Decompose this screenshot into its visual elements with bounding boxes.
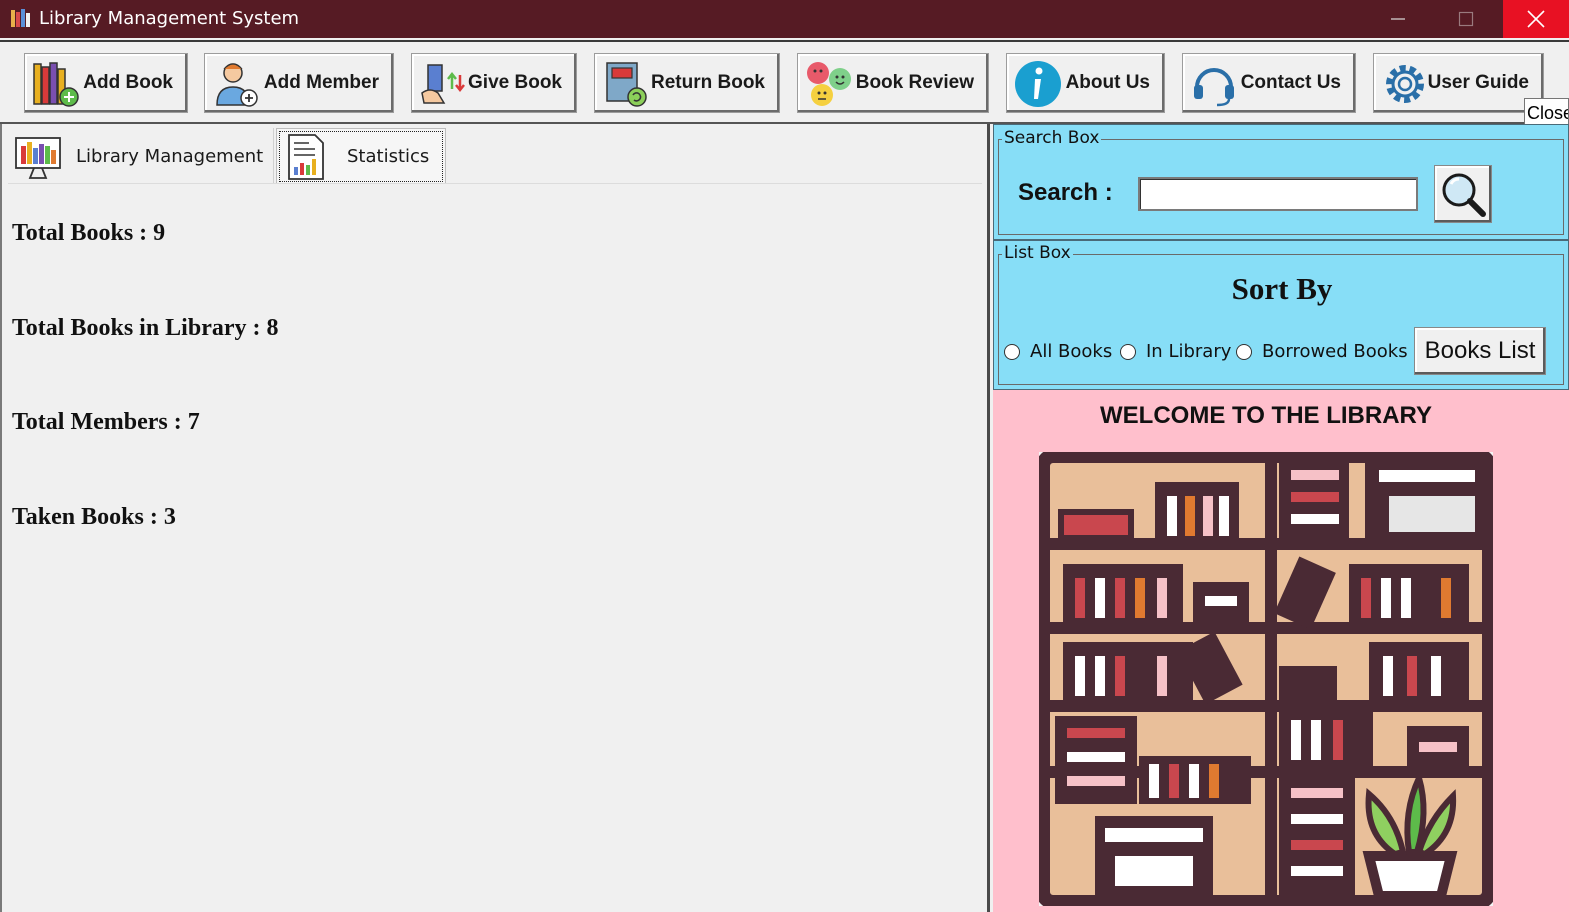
add-book-label: Add Book [83, 72, 173, 93]
welcome-title: WELCOME TO THE LIBRARY [1100, 402, 1432, 429]
radio-borrowed-books[interactable]: Borrowed Books [1236, 341, 1408, 362]
member-add-icon [216, 63, 258, 107]
tab-library-management-label: Library Management [76, 145, 264, 167]
title-bar: Library Management System [0, 0, 1569, 38]
radio-in-library[interactable]: In Library [1120, 341, 1231, 362]
return-book-label: Return Book [651, 72, 765, 93]
minimize-button[interactable] [1367, 0, 1429, 38]
book-review-label: Book Review [855, 72, 974, 93]
tab-divider [8, 183, 982, 184]
give-book-button[interactable]: Give Book [411, 53, 577, 113]
add-book-button[interactable]: Add Book [24, 53, 188, 113]
library-app-icon [11, 9, 30, 27]
review-faces-icon [807, 62, 851, 106]
close-icon [1527, 10, 1545, 28]
window-title: Library Management System [39, 8, 300, 29]
radio-in-library-label: In Library [1146, 341, 1232, 362]
info-icon [1015, 61, 1061, 107]
user-guide-button[interactable]: User Guide [1373, 53, 1544, 113]
radio-all-books[interactable]: All Books [1004, 341, 1112, 362]
add-member-label: Add Member [263, 72, 379, 93]
books-add-icon [33, 62, 79, 107]
right-panel: Search Box Search : List Box Sort By All… [993, 124, 1569, 912]
radio-in-library-circle[interactable] [1120, 343, 1136, 360]
about-us-label: About Us [1065, 72, 1150, 93]
list-box-label: List Box [1002, 243, 1073, 263]
return-book-icon [606, 62, 647, 107]
search-input[interactable] [1138, 177, 1418, 211]
return-book-button[interactable]: Return Book [594, 53, 780, 113]
contact-us-button[interactable]: Contact Us [1182, 53, 1356, 113]
minimize-icon [1391, 18, 1405, 20]
total-in-library-stat: Total Books in Library : 8 [12, 315, 279, 341]
add-member-button[interactable]: Add Member [204, 53, 394, 113]
main-toolbar: Add Book Add Member Give Book Return Boo… [0, 40, 1569, 128]
bookshelf-illustration [1039, 452, 1493, 906]
radio-borrowed-books-label: Borrowed Books [1262, 341, 1408, 362]
radio-all-books-circle[interactable] [1004, 343, 1020, 360]
library-monitor-icon [15, 137, 61, 179]
tab-library-management[interactable]: Library Management [8, 128, 274, 184]
gear-icon [1386, 65, 1424, 103]
search-label: Search : [1018, 179, 1113, 206]
list-box-group: List Box Sort By All Books In Library Bo… [993, 240, 1569, 390]
notebook-panel: Library Management Statistics Total Book… [0, 124, 990, 912]
user-guide-label: User Guide [1427, 72, 1529, 93]
close-button[interactable] [1503, 0, 1569, 38]
maximize-icon [1458, 11, 1474, 27]
give-book-icon [421, 64, 465, 104]
give-book-label: Give Book [468, 72, 562, 93]
tab-statistics[interactable]: Statistics [276, 128, 446, 184]
books-list-button[interactable]: Books List [1414, 327, 1546, 375]
search-icon [1442, 173, 1486, 217]
contact-us-label: Contact Us [1240, 72, 1341, 93]
headset-icon [1194, 68, 1234, 107]
search-box-label: Search Box [1002, 128, 1102, 148]
book-review-button[interactable]: Book Review [797, 53, 989, 113]
about-us-button[interactable]: About Us [1006, 53, 1165, 113]
total-members-stat: Total Members : 7 [12, 409, 200, 435]
taken-books-stat: Taken Books : 3 [12, 504, 176, 530]
radio-all-books-label: All Books [1030, 341, 1113, 362]
welcome-panel: WELCOME TO THE LIBRARY [993, 390, 1569, 912]
search-box-group: Search Box Search : [993, 124, 1569, 240]
total-books-stat: Total Books : 9 [12, 220, 166, 246]
maximize-button[interactable] [1435, 0, 1497, 38]
search-button[interactable] [1434, 165, 1492, 223]
focus-outline [279, 131, 443, 182]
sort-by-heading: Sort By [1231, 271, 1333, 306]
radio-borrowed-books-circle[interactable] [1236, 343, 1252, 360]
